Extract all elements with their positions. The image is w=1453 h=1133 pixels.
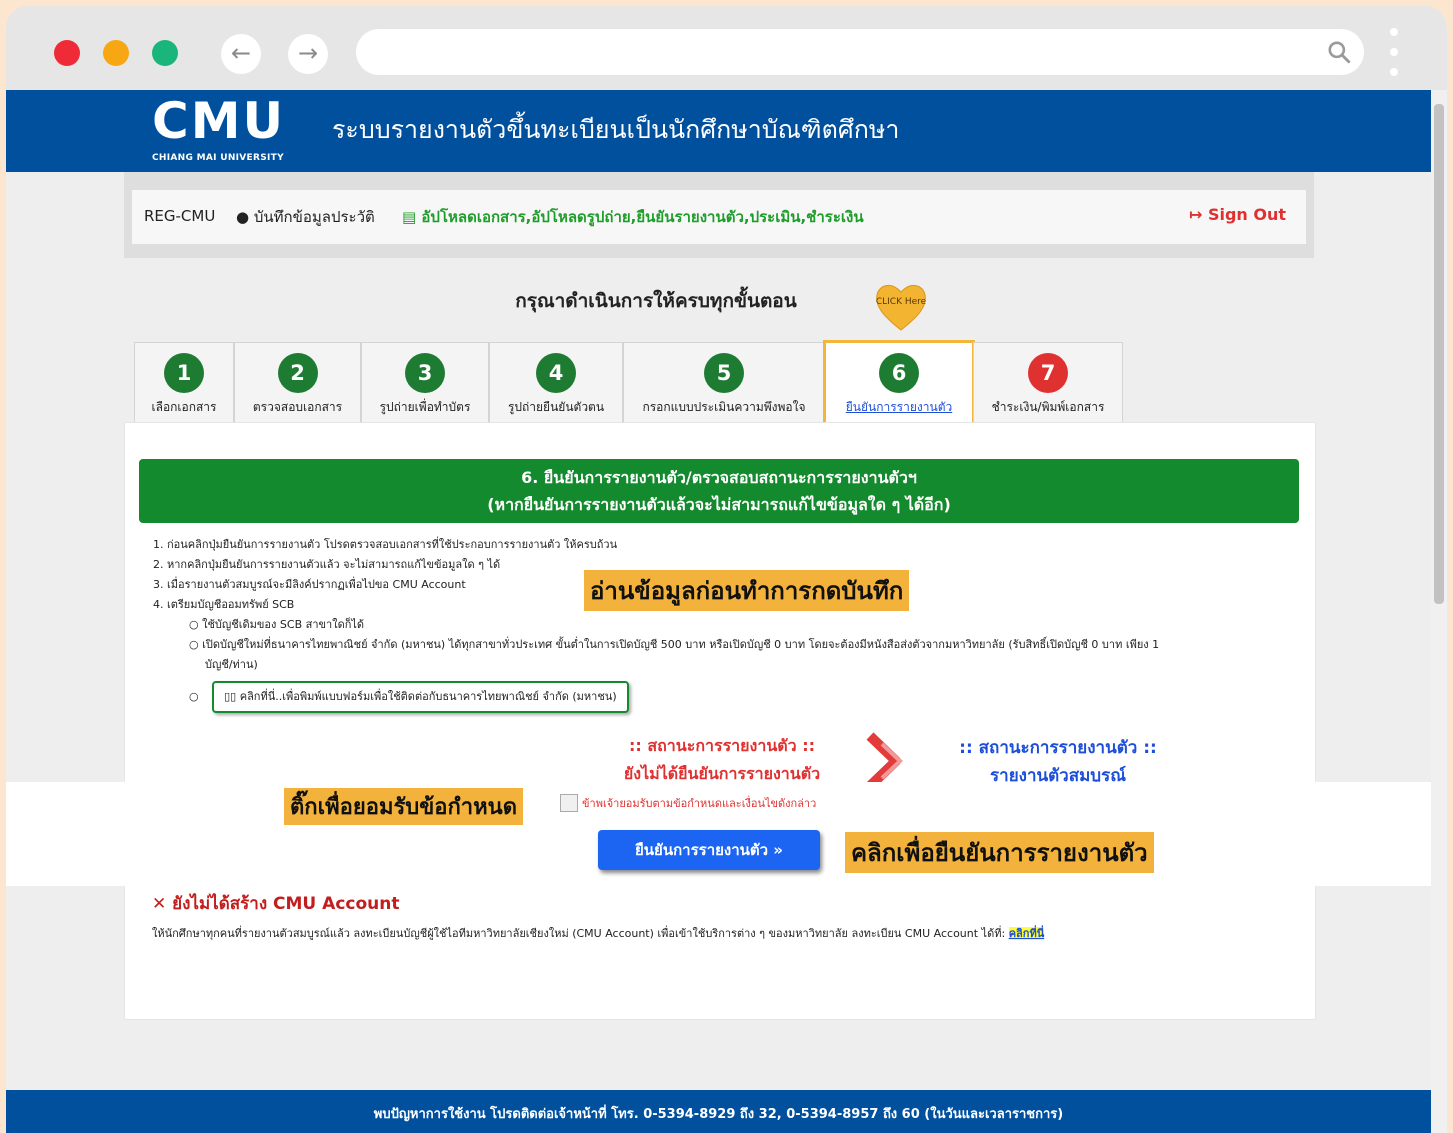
steps-title: กรุณาดำเนินการให้ครบทุกขั้นตอน (515, 290, 797, 312)
instruction-subitem: ○ เปิดบัญชีใหม่ที่ธนาคารไทยพาณิชย์ จำกัด… (189, 638, 1160, 651)
close-window-button[interactable] (54, 40, 80, 66)
tab-label: ชำระเงิน/พิมพ์เอกสาร (991, 400, 1105, 414)
tab-step-6[interactable]: 6 ยืนยันการรายงานตัว (823, 340, 975, 425)
instruction-subitem: ○ ใช้บัญชีเดิมของ SCB สาขาใดก็ได้ (189, 618, 365, 631)
nav-profile-link[interactable]: ● บันทึกข้อมูลประวัติ (236, 205, 375, 229)
site-footer: พบปัญหาการใช้งาน โปรดติดต่อเจ้าหน้าที่ โ… (6, 1090, 1431, 1133)
tab-label: เลือกเอกสาร (151, 400, 217, 414)
navbar-inner: REG-CMU ● บันทึกข้อมูลประวัติ ▤ อัปโหลดเ… (132, 190, 1306, 244)
cmu-account-description: ให้นักศึกษาทุกคนที่รายงานตัวสมบูรณ์แล้ว … (152, 927, 1009, 940)
tab-step-5[interactable]: 5 กรอกแบบประเมินความพึงพอใจ (623, 342, 825, 423)
tab-step-4[interactable]: 4 รูปถ่ายยืนยันตัวตน (489, 342, 623, 423)
cmu-logo-subtitle: CHIANG MAI UNIVERSITY (152, 153, 284, 163)
instruction-subitem: ○ ▯▯ คลิกที่นี่..เพื่อพิมพ์แบบฟอร์มเพื่อ… (153, 681, 1303, 713)
sign-out-label: Sign Out (1207, 205, 1286, 224)
tab-label: ตรวจสอบเอกสาร (252, 400, 343, 414)
instruction-item: 1. ก่อนคลิกปุ่มยืนยันการรายงานตัว โปรดตร… (153, 538, 618, 551)
tab-step-3[interactable]: 3 รูปถ่ายเพื่อทำบัตร (361, 342, 489, 423)
status-not-confirmed: :: สถานะการรายงานตัว :: ยังไม่ได้ยืนยันก… (594, 732, 850, 788)
nav-upload-label: อัปโหลดเอกสาร,อัปโหลดรูปถ่าย,ยืนยันรายงา… (421, 208, 864, 226)
cmu-account-text: ให้นักศึกษาทุกคนที่รายงานตัวสมบูรณ์แล้ว … (152, 924, 1045, 942)
site-header: CMU CHIANG MAI UNIVERSITY ระบบรายงานตัวข… (6, 90, 1431, 172)
page-viewport: CMU CHIANG MAI UNIVERSITY ระบบรายงานตัวข… (6, 90, 1431, 1133)
printer-icon: ▤ (402, 208, 417, 226)
maximize-window-button[interactable] (152, 40, 178, 66)
step-number-badge: 4 (536, 353, 576, 393)
step-number-badge: 6 (879, 353, 919, 393)
instruction-subitem-continued: บัญชี/ท่าน) (205, 658, 258, 671)
back-arrow-icon[interactable]: ← (221, 34, 261, 74)
agree-label: ข้าพเจ้ายอมรับตามข้อกำหนดและเงื่อนไขดังก… (582, 797, 817, 810)
print-scb-form-button[interactable]: ▯▯ คลิกที่นี่..เพื่อพิมพ์แบบฟอร์มเพื่อใช… (212, 681, 629, 713)
agreement-band: ติ๊กเพื่อยอมรับข้อกำหนด ข้าพเจ้ายอมรับตา… (6, 782, 1431, 886)
read-first-note: อ่านข้อมูลก่อนทำการกดบันทึก (584, 570, 910, 611)
agree-checkbox[interactable] (560, 794, 578, 812)
step-number-badge: 2 (277, 353, 318, 393)
status-title: :: สถานะการรายงานตัว :: (959, 738, 1157, 758)
nav-brand[interactable]: REG-CMU (144, 207, 215, 225)
step-number-badge: 7 (1028, 353, 1068, 393)
cmu-account-title: ✕ ยังไม่ได้สร้าง CMU Account (152, 894, 400, 914)
confirm-report-button[interactable]: ยืนยันการรายงานตัว » (598, 830, 820, 870)
tab-label: กรอกแบบประเมินความพึงพอใจ (642, 400, 806, 414)
tab-label: รูปถ่ายเพื่อทำบัตร (379, 400, 471, 414)
tab-step-7[interactable]: 7 ชำระเงิน/พิมพ์เอกสาร (973, 342, 1123, 423)
sign-out-icon: ↦ (1188, 205, 1203, 224)
browser-window: ← → CMU CHIANG MAI UNIVERSITY ระบบรายงาน… (6, 6, 1447, 1133)
sign-out-link[interactable]: ↦ Sign Out (1189, 205, 1286, 224)
tab-step-1[interactable]: 1 เลือกเอกสาร (134, 342, 234, 423)
bullet: ○ (189, 690, 199, 703)
heart-label: CLICK Here (876, 297, 927, 307)
section-heading-line2: (หากยืนยันการรายงานตัวแล้วจะไม่สามารถแก้… (487, 495, 951, 514)
tab-step-2[interactable]: 2 ตรวจสอบเอกสาร (234, 342, 361, 423)
click-here-heart-icon: CLICK Here (876, 284, 927, 331)
minimize-window-button[interactable] (103, 40, 129, 66)
section-heading-line1: 6. ยืนยันการรายงานตัว/ตรวจสอบสถานะการราย… (521, 468, 917, 487)
tab-label: ยืนยันการรายงานตัว (845, 400, 953, 414)
section-heading: 6. ยืนยันการรายงานตัว/ตรวจสอบสถานะการราย… (139, 459, 1299, 523)
cmu-account-link[interactable]: คลิกที่นี่ (1008, 927, 1045, 940)
step-number-badge: 3 (405, 353, 445, 393)
status-title: :: สถานะการรายงานตัว :: (628, 736, 816, 755)
step-number-badge: 5 (704, 353, 744, 393)
site-title: ระบบรายงานตัวขึ้นทะเบียนเป็นนักศึกษาบัณฑ… (332, 115, 900, 144)
search-icon[interactable] (1326, 39, 1352, 65)
nav-upload-link[interactable]: ▤ อัปโหลดเอกสาร,อัปโหลดรูปถ่าย,ยืนยันราย… (402, 205, 864, 229)
tab-label: รูปถ่ายยืนยันตัวตน (507, 400, 605, 414)
scrollbar-thumb[interactable] (1434, 104, 1444, 604)
browser-toolbar: ← → (6, 6, 1447, 90)
nav-profile-label: บันทึกข้อมูลประวัติ (253, 208, 375, 226)
address-bar[interactable] (356, 29, 1364, 75)
instructions-list: 1. ก่อนคลิกปุ่มยืนยันการรายงานตัว โปรดตร… (153, 535, 1303, 713)
page-scrollbar[interactable] (1431, 90, 1447, 1133)
click-confirm-note: คลิกเพื่อยืนยันการรายงานตัว (845, 832, 1154, 873)
top-navbar: REG-CMU ● บันทึกข้อมูลประวัติ ▤ อัปโหลดเ… (124, 172, 1314, 258)
tick-note: ติ๊กเพื่อยอมรับข้อกำหนด (284, 788, 523, 825)
cmu-logo[interactable]: CMU (152, 92, 285, 150)
forward-arrow-icon[interactable]: → (288, 34, 328, 74)
user-circle-icon: ● (236, 208, 250, 226)
step-number-badge: 1 (164, 353, 204, 393)
